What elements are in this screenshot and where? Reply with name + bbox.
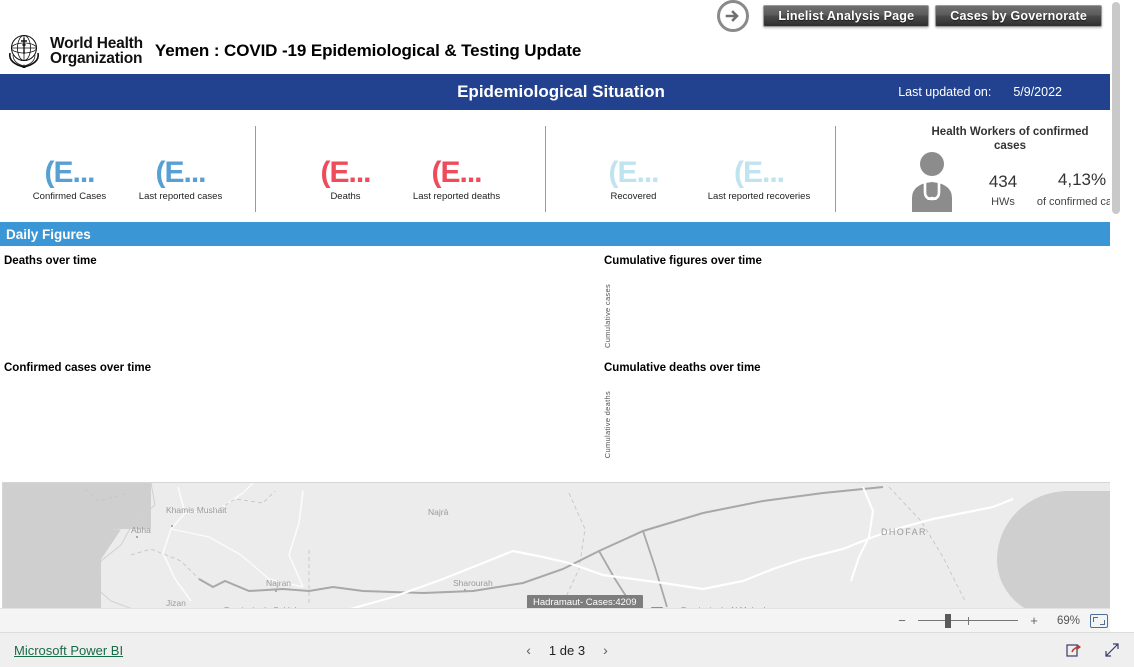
zoom-toolbar: − + 69%	[0, 608, 1122, 632]
status-bar: Microsoft Power BI ‹ 1 de 3 ›	[0, 632, 1134, 667]
zoom-slider-tick	[968, 616, 969, 625]
fullscreen-icon[interactable]	[1104, 642, 1120, 658]
cases-by-governorate-map[interactable]: Khamis Mushait Abha Najran Jizan Provinc…	[2, 482, 1118, 612]
daily-figures-section-bar: Daily Figures	[0, 222, 1122, 246]
status-bar-actions	[1066, 642, 1120, 658]
chart-title-confirmed-cases-over-time: Confirmed cases over time	[4, 362, 152, 374]
who-wordmark: World Health Organization	[50, 35, 143, 67]
chart-title-cumulative-deaths-over-time: Cumulative deaths over time	[604, 362, 761, 374]
report-header: World Health Organization Yemen : COVID …	[0, 28, 1122, 74]
page-indicator: 1 de 3	[548, 642, 586, 658]
kpi-label: Last reported cases	[138, 191, 223, 202]
nav-button-linelist-analysis[interactable]: Linelist Analysis Page	[763, 5, 930, 27]
daily-figures-label: Daily Figures	[6, 226, 91, 242]
health-workers-percent-label: of confirmed cases	[1036, 196, 1122, 208]
vertical-scrollbar-thumb[interactable]	[1112, 2, 1120, 214]
kpi-card-last-reported-recoveries[interactable]: (E... Last reported recoveries	[689, 114, 829, 222]
axis-label-cumulative-deaths: Cumulative deaths	[603, 391, 612, 459]
page-navigation: ‹ 1 de 3 ›	[0, 642, 1134, 658]
nav-button-cases-by-governorate[interactable]: Cases by Governorate	[935, 5, 1102, 27]
kpi-label: Last reported deaths	[412, 191, 501, 202]
kpi-value: (E...	[155, 156, 206, 189]
last-updated-label: Last updated on:	[898, 85, 992, 99]
chevron-right-icon[interactable]: ›	[603, 642, 608, 658]
zoom-level-value: 69%	[1056, 614, 1080, 627]
map-label: Abha	[131, 525, 151, 535]
map-label: Najran	[266, 578, 292, 588]
share-icon[interactable]	[1066, 642, 1082, 658]
kpi-value: (E...	[608, 156, 659, 189]
map-label: DHOFAR	[881, 527, 927, 537]
zoom-slider[interactable]	[918, 613, 1018, 628]
kpi-group-recovered: (E... Recovered (E... Last reported reco…	[578, 114, 829, 222]
kpi-card-recovered[interactable]: (E... Recovered	[578, 114, 689, 222]
kpi-label: Recovered	[610, 191, 657, 202]
kpi-divider	[255, 126, 256, 212]
kpi-card-confirmed-cases[interactable]: (E... Confirmed Cases	[14, 114, 125, 222]
report-topnav: Linelist Analysis Page Cases by Governor…	[717, 0, 1102, 32]
health-workers-title: Health Workers of confirmed cases	[931, 126, 1089, 152]
powerbi-link[interactable]: Microsoft Power BI	[14, 643, 123, 658]
who-emblem-icon	[8, 35, 40, 68]
kpi-group-cases: (E... Confirmed Cases (E... Last reporte…	[14, 114, 236, 222]
kpi-row: (E... Confirmed Cases (E... Last reporte…	[0, 114, 1122, 222]
health-workers-count-unit: HWs	[991, 196, 1015, 208]
health-workers-panel: Health Workers of confirmed cases 434 HW…	[836, 114, 1122, 222]
map-label: Jizan	[166, 598, 186, 608]
last-updated-group: Last updated on: 5/9/2022	[898, 85, 1062, 99]
last-updated-value: 5/9/2022	[1013, 85, 1062, 99]
map-city-dot	[171, 525, 173, 527]
kpi-card-last-reported-deaths[interactable]: (E... Last reported deaths	[401, 114, 512, 222]
who-logo-line1: World Health	[50, 35, 143, 52]
map-label: Khamis Mushait	[166, 505, 227, 515]
map-city-dot	[136, 536, 138, 538]
chart-title-deaths-over-time: Deaths over time	[4, 255, 97, 267]
kpi-value: (E...	[733, 156, 785, 189]
kpi-value: (E...	[44, 156, 95, 189]
map-label: Sharourah	[453, 578, 493, 588]
chevron-left-icon[interactable]: ‹	[526, 642, 531, 658]
who-logo: World Health Organization	[4, 31, 143, 71]
kpi-label: Deaths	[330, 191, 361, 202]
map-city-dot	[275, 590, 277, 592]
kpi-group-deaths: (E... Deaths (E... Last reported deaths	[290, 114, 512, 222]
powerbi-report-viewer: Linelist Analysis Page Cases by Governor…	[0, 0, 1134, 667]
kpi-divider	[545, 126, 546, 212]
kpi-label: Confirmed Cases	[32, 191, 107, 202]
kpi-card-last-reported-cases[interactable]: (E... Last reported cases	[125, 114, 236, 222]
kpi-label: Last reported recoveries	[707, 191, 811, 202]
health-workers-count: 434	[988, 172, 1018, 191]
report-canvas: Linelist Analysis Page Cases by Governor…	[0, 0, 1122, 632]
nav-button-label: Linelist Analysis Page	[778, 9, 915, 23]
health-workers-percent: 4,13%	[1057, 170, 1107, 189]
map-city-dot	[464, 589, 466, 591]
who-logo-line2: Organization	[50, 50, 143, 67]
map-boundaries	[84, 483, 1014, 611]
fit-to-page-icon[interactable]	[1090, 613, 1108, 628]
zoom-out-button[interactable]: −	[896, 613, 908, 628]
health-worker-icon	[912, 152, 952, 212]
map-label: Najrā	[428, 507, 449, 517]
vertical-scrollbar[interactable]	[1110, 0, 1122, 632]
chart-title-cumulative-figures-over-time: Cumulative figures over time	[604, 255, 762, 267]
kpi-card-deaths[interactable]: (E... Deaths	[290, 114, 401, 222]
kpi-value: (E...	[431, 156, 482, 189]
zoom-in-button[interactable]: +	[1028, 613, 1040, 628]
epidemiological-situation-banner: Epidemiological Situation Last updated o…	[0, 74, 1122, 110]
charts-area: Deaths over time Cumulative figures over…	[0, 246, 1122, 478]
kpi-value: (E...	[320, 156, 371, 189]
axis-label-cumulative-cases: Cumulative cases	[603, 284, 612, 348]
nav-button-label: Cases by Governorate	[950, 9, 1087, 23]
zoom-slider-thumb[interactable]	[945, 613, 951, 628]
page-title: Yemen : COVID -19 Epidemiological & Test…	[154, 41, 582, 60]
